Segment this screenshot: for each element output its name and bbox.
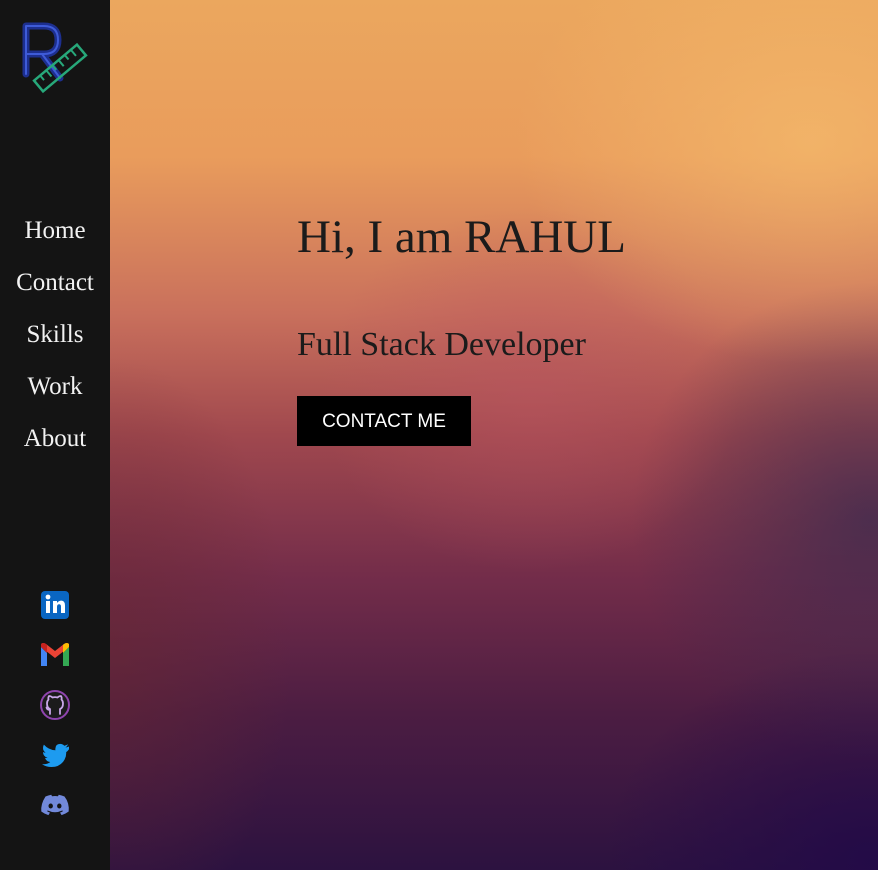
contact-me-button[interactable]: CONTACT ME: [297, 396, 471, 446]
sidebar: Home Contact Skills Work About: [0, 0, 110, 870]
nav-item-contact[interactable]: Contact: [0, 262, 110, 314]
hero-title: Hi, I am RAHUL: [297, 211, 626, 263]
nav-item-skills[interactable]: Skills: [0, 314, 110, 366]
main-nav: Home Contact Skills Work About: [0, 210, 110, 470]
hero-section: Hi, I am RAHUL Full Stack Developer CONT…: [110, 0, 878, 870]
nav-item-about[interactable]: About: [0, 418, 110, 470]
nav-item-home[interactable]: Home: [0, 210, 110, 262]
linkedin-icon[interactable]: [38, 588, 72, 622]
github-icon[interactable]: [38, 688, 72, 722]
social-links: [0, 588, 110, 838]
hero-subtitle: Full Stack Developer: [297, 326, 586, 363]
discord-icon[interactable]: [38, 788, 72, 822]
gmail-icon[interactable]: [38, 638, 72, 672]
twitter-icon[interactable]: [38, 738, 72, 772]
nav-item-work[interactable]: Work: [0, 366, 110, 418]
logo-icon[interactable]: [18, 22, 88, 96]
